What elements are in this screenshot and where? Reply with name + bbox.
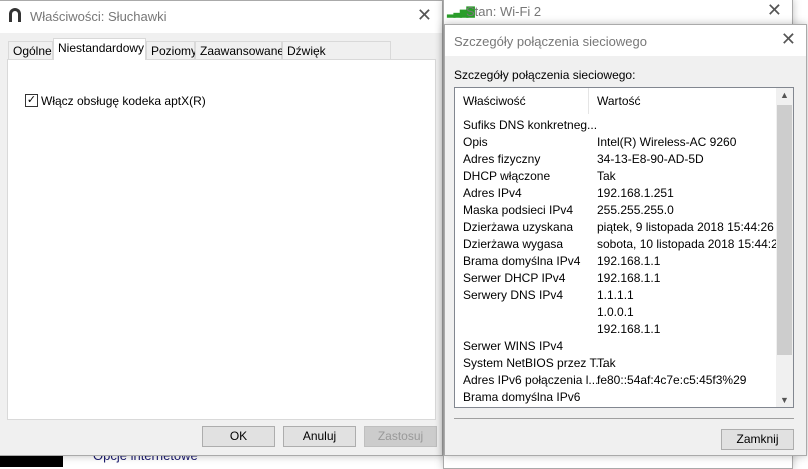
scroll-thumb[interactable]: [777, 105, 792, 355]
row-property: Sufiks DNS konkretneg...: [463, 118, 598, 132]
table-row[interactable]: Brama domyślna IPv6: [463, 389, 580, 405]
table-row[interactable]: Adres IPv4 192.168.1.251: [463, 185, 674, 201]
row-value: Intel(R) Wireless-AC 9260: [597, 135, 737, 149]
table-row[interactable]: Serwer DNS IPv6: [463, 406, 557, 408]
table-row[interactable]: Dzierżawa wygasa sobota, 10 listopada 201…: [463, 236, 785, 252]
details-list[interactable]: Właściwość Wartość Sufiks DNS konkretneg…: [454, 87, 794, 408]
close-button[interactable]: Zamknij: [721, 429, 794, 450]
title-bar: Właściwości: Słuchawki ✕: [0, 1, 442, 33]
tab-custom[interactable]: Niestandardowy: [53, 38, 146, 60]
row-value: 192.168.1.251: [597, 186, 674, 200]
table-row[interactable]: System NetBIOS przez T... Tak: [463, 355, 616, 371]
table-row[interactable]: Serwery DNS IPv4 1.1.1.1: [463, 287, 634, 303]
row-property: Dzierżawa wygasa: [463, 237, 564, 251]
row-property: Adres IPv4: [463, 186, 522, 200]
table-row[interactable]: Opis Intel(R) Wireless-AC 9260: [463, 134, 736, 150]
table-row[interactable]: Serwer WINS IPv4: [463, 338, 563, 354]
row-property: Serwer DHCP IPv4: [463, 271, 566, 285]
details-dialog: Szczegóły połączenia sieciowego ✕ Szczeg…: [444, 24, 807, 456]
row-property: Adres fizyczny: [463, 152, 541, 166]
tab-advanced[interactable]: Zaawansowane: [195, 41, 284, 60]
row-property: Adres IPv6 połączenia l...: [463, 373, 599, 387]
row-value: sobota, 10 listopada 2018 15:44:25: [597, 237, 785, 251]
table-row[interactable]: Adres IPv6 połączenia l... fe80::54af:4c7…: [463, 372, 746, 388]
headphones-icon: [9, 8, 21, 22]
details-label: Szczegóły połączenia sieciowego:: [454, 68, 636, 82]
row-value: 192.168.1.1: [597, 271, 661, 285]
details-close-icon[interactable]: ✕: [781, 29, 796, 50]
table-row[interactable]: Dzierżawa uzyskana piątek, 9 listopada 20…: [463, 219, 774, 235]
window-title: Właściwości: Słuchawki: [30, 9, 167, 24]
row-property: Maska podsieci IPv4: [463, 203, 574, 217]
row-value: Tak: [597, 169, 616, 183]
apply-button: Zastosuj: [364, 426, 437, 447]
row-property: Serwer DNS IPv6: [463, 407, 557, 408]
row-value: Tak: [597, 356, 616, 370]
row-value: 34-13-E8-90-AD-5D: [597, 152, 704, 166]
tab-panel: ✓ Włącz obsługę kodeka aptX(R): [7, 59, 436, 420]
tab-general[interactable]: Ogólne: [8, 41, 53, 60]
row-value: 1.0.0.1: [597, 305, 634, 319]
table-row[interactable]: Adres fizyczny 34-13-E8-90-AD-5D: [463, 151, 704, 167]
row-property: System NetBIOS przez T...: [463, 356, 606, 370]
column-header-value[interactable]: Wartość: [589, 88, 777, 114]
cancel-button[interactable]: Anuluj: [283, 426, 356, 447]
table-row[interactable]: Sufiks DNS konkretneg...: [463, 117, 597, 133]
column-header-property[interactable]: Właściwość: [455, 88, 589, 114]
ok-button[interactable]: OK: [202, 426, 275, 447]
scroll-up-icon[interactable]: ▲: [776, 90, 793, 100]
separator: [454, 418, 794, 419]
row-property: Opis: [463, 135, 488, 149]
row-property: Serwer WINS IPv4: [463, 339, 564, 353]
wifi-close-icon[interactable]: ✕: [767, 0, 782, 21]
row-property: Brama domyślna IPv6: [463, 390, 581, 404]
tab-spatial-sound[interactable]: Dźwięk przestrzenny: [282, 41, 391, 76]
row-property: Dzierżawa uzyskana: [463, 220, 574, 234]
wifi-window-title: Stan: Wi-Fi 2: [466, 4, 542, 19]
table-row[interactable]: DHCP włączone Tak: [463, 168, 616, 184]
row-property: Brama domyślna IPv4: [463, 254, 581, 268]
row-value: fe80::54af:4c7e:c5:45f3%29: [597, 373, 747, 387]
table-row[interactable]: Serwer DHCP IPv4 192.168.1.1: [463, 270, 660, 286]
scrollbar[interactable]: ▲ ▼: [776, 88, 793, 407]
row-value: 192.168.1.1: [597, 322, 661, 336]
row-value: 192.168.1.1: [597, 254, 661, 268]
row-value: piątek, 9 listopada 2018 15:44:26: [597, 220, 774, 234]
row-value: 255.255.255.0: [597, 203, 674, 217]
details-title-bar: Szczegóły połączenia sieciowego ✕: [445, 25, 806, 56]
aptx-checkbox-label[interactable]: Włącz obsługę kodeka aptX(R): [41, 94, 206, 108]
table-row[interactable]: Maska podsieci IPv4 255.255.255.0: [463, 202, 674, 218]
taskbar-strip: [0, 455, 63, 467]
row-property: DHCP włączone: [463, 169, 551, 183]
row-value: 1.1.1.1: [597, 288, 634, 302]
table-row[interactable]: Brama domyślna IPv4 192.168.1.1: [463, 253, 660, 269]
row-property: Serwery DNS IPv4: [463, 288, 564, 302]
scroll-down-icon[interactable]: ▼: [776, 395, 793, 405]
details-window-title: Szczegóły połączenia sieciowego: [454, 34, 647, 49]
aptx-checkbox[interactable]: ✓: [25, 94, 38, 107]
tab-levels[interactable]: Poziomy: [146, 41, 197, 60]
properties-dialog: Właściwości: Słuchawki ✕ Ogólne Niestand…: [0, 0, 443, 456]
rows-container: Sufiks DNS konkretneg... Opis Intel(R) Wir…: [455, 114, 785, 408]
close-icon[interactable]: ✕: [417, 5, 432, 26]
